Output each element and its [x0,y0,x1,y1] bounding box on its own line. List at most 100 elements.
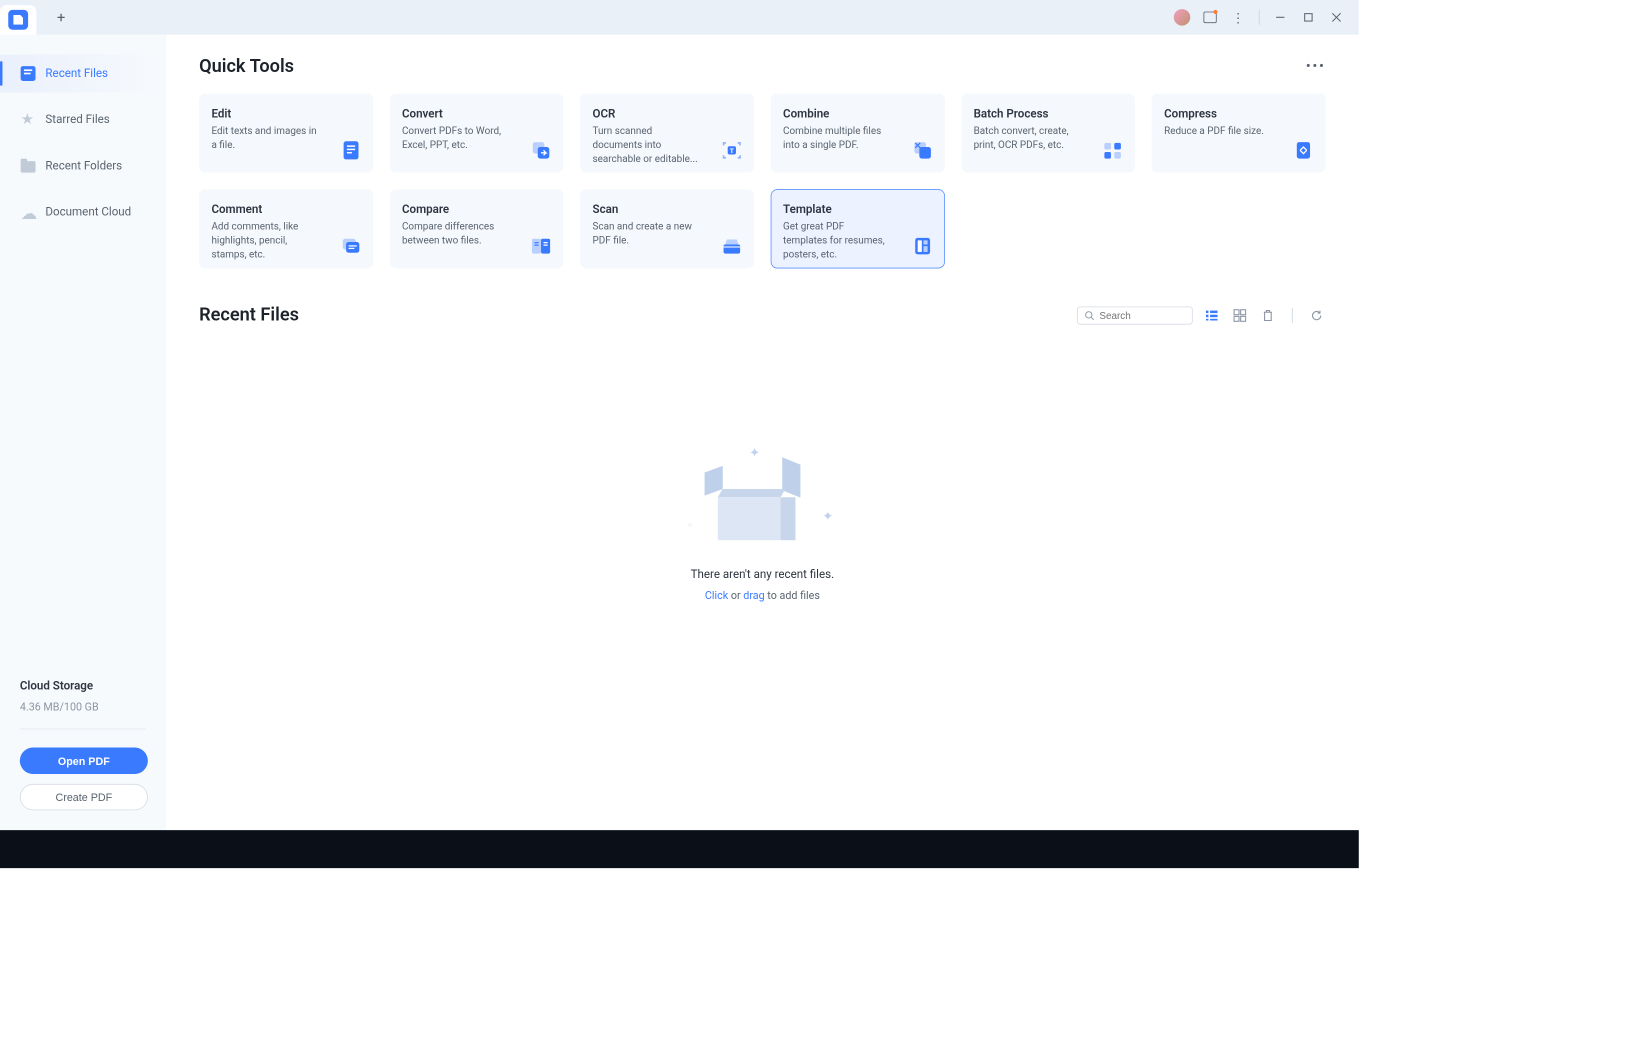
share-button[interactable] [1198,5,1223,30]
search-input[interactable] [1099,309,1185,321]
avatar-icon [1174,9,1191,26]
sidebar-item-recent-files[interactable]: Recent Files [0,55,166,93]
tool-desc: Compare differences between two files. [402,220,509,248]
tool-edit[interactable]: Edit Edit texts and images in a file. [199,93,373,172]
comment-icon [339,235,362,258]
tool-title: Combine [783,107,932,120]
tool-desc: Convert PDFs to Word, Excel, PPT, etc. [402,124,509,152]
edit-icon [339,139,362,162]
main-layout: Recent Files ★ Starred Files Recent Fold… [0,35,1359,830]
titlebar-left: + [0,0,73,35]
click-link[interactable]: Click [705,590,728,602]
new-tab-button[interactable]: + [50,6,73,29]
tool-compare[interactable]: Compare Compare differences between two … [390,189,564,268]
template-icon [911,235,934,258]
empty-text: There aren't any recent files. [691,568,834,581]
app-icon [8,10,28,30]
close-button[interactable] [1324,5,1349,30]
search-icon [1085,309,1095,321]
tool-title: Batch Process [974,107,1123,120]
sidebar-item-starred-files[interactable]: ★ Starred Files [0,101,166,139]
svg-text:T: T [730,147,734,155]
refresh-button[interactable] [1308,306,1326,324]
quick-tools-title: Quick Tools [199,56,294,77]
divider [1259,10,1260,25]
minimize-button[interactable] [1268,5,1293,30]
tool-title: Template [783,203,932,216]
empty-tail: to add files [765,590,820,602]
more-icon[interactable]: ••• [1306,58,1326,75]
tool-ocr[interactable]: OCR Turn scanned documents into searchab… [580,93,754,172]
sidebar-item-document-cloud[interactable]: ☁ Document Cloud [0,193,166,231]
empty-box-icon: ✦ ✦ ○ [705,449,821,540]
avatar-button[interactable] [1170,5,1195,30]
delete-button[interactable] [1259,306,1277,324]
cloud-storage-usage: 4.36 MB/100 GB [20,701,146,713]
home-tab[interactable] [0,5,36,35]
compress-icon [1292,139,1315,162]
empty-state: ✦ ✦ ○ There aren't any recent files. Cli… [199,449,1326,602]
tool-compress[interactable]: Compress Reduce a PDF file size. [1152,93,1326,172]
tool-convert[interactable]: Convert Convert PDFs to Word, Excel, PPT… [390,93,564,172]
tool-desc: Reduce a PDF file size. [1164,124,1271,138]
content: Quick Tools ••• Edit Edit texts and imag… [166,35,1359,830]
tool-combine[interactable]: Combine Combine multiple files into a si… [771,93,945,172]
tool-desc: Add comments, like highlights, pencil, s… [211,220,318,262]
tool-batch-process[interactable]: Batch Process Batch convert, create, pri… [961,93,1135,172]
share-icon [1203,12,1216,24]
divider [20,729,146,730]
taskbar[interactable] [0,830,1359,868]
compare-icon [530,235,553,258]
cloud-storage-title: Cloud Storage [20,680,146,693]
scan-icon [720,235,743,258]
list-view-button[interactable] [1203,306,1221,324]
recent-files-actions [1077,306,1326,324]
create-pdf-button[interactable]: Create PDF [20,784,148,810]
sidebar-nav: Recent Files ★ Starred Files Recent Fold… [0,55,166,680]
empty-or: or [728,590,743,602]
tool-desc: Turn scanned documents into searchable o… [593,124,700,166]
tool-grid: Edit Edit texts and images in a file. Co… [199,93,1326,268]
menu-button[interactable]: ⋮ [1226,5,1251,30]
drag-link[interactable]: drag [743,590,764,602]
ocr-icon: T [720,139,743,162]
tool-desc: Batch convert, create, print, OCR PDFs, … [974,124,1081,152]
tool-desc: Get great PDF templates for resumes, pos… [783,220,890,262]
titlebar: + ⋮ [0,0,1359,35]
combine-icon [911,139,934,162]
maximize-button[interactable] [1296,5,1321,30]
empty-subtext: Click or drag to add files [705,590,820,602]
sidebar-item-label: Recent Files [45,67,108,80]
convert-icon [530,139,553,162]
sidebar-item-recent-folders[interactable]: Recent Folders [0,147,166,185]
sidebar-item-label: Document Cloud [45,206,131,219]
recent-files-header: Recent Files [199,305,1326,326]
cloud-icon: ☁ [21,205,36,220]
open-pdf-button[interactable]: Open PDF [20,748,148,774]
tool-desc: Scan and create a new PDF file. [593,220,700,248]
tool-desc: Combine multiple files into a single PDF… [783,124,890,152]
document-icon [21,66,36,81]
sidebar-item-label: Starred Files [45,113,109,126]
tool-title: Scan [593,203,742,216]
tool-title: OCR [593,107,742,120]
search-box[interactable] [1077,306,1193,324]
recent-files-title: Recent Files [199,305,299,326]
folder-icon [21,161,36,173]
divider [1292,308,1293,323]
tool-comment[interactable]: Comment Add comments, like highlights, p… [199,189,373,268]
tool-desc: Edit texts and images in a file. [211,124,318,152]
sidebar-bottom: Cloud Storage 4.36 MB/100 GB Open PDF Cr… [0,680,166,830]
tool-scan[interactable]: Scan Scan and create a new PDF file. [580,189,754,268]
tool-title: Convert [402,107,551,120]
tool-title: Compress [1164,107,1313,120]
quick-tools-header: Quick Tools ••• [199,56,1326,77]
grid-view-button[interactable] [1231,306,1249,324]
batch-icon [1101,139,1124,162]
tool-title: Compare [402,203,551,216]
star-icon: ★ [21,112,36,127]
tool-template[interactable]: Template Get great PDF templates for res… [771,189,945,268]
tool-title: Comment [211,203,360,216]
titlebar-right: ⋮ [1170,5,1349,30]
tool-title: Edit [211,107,360,120]
